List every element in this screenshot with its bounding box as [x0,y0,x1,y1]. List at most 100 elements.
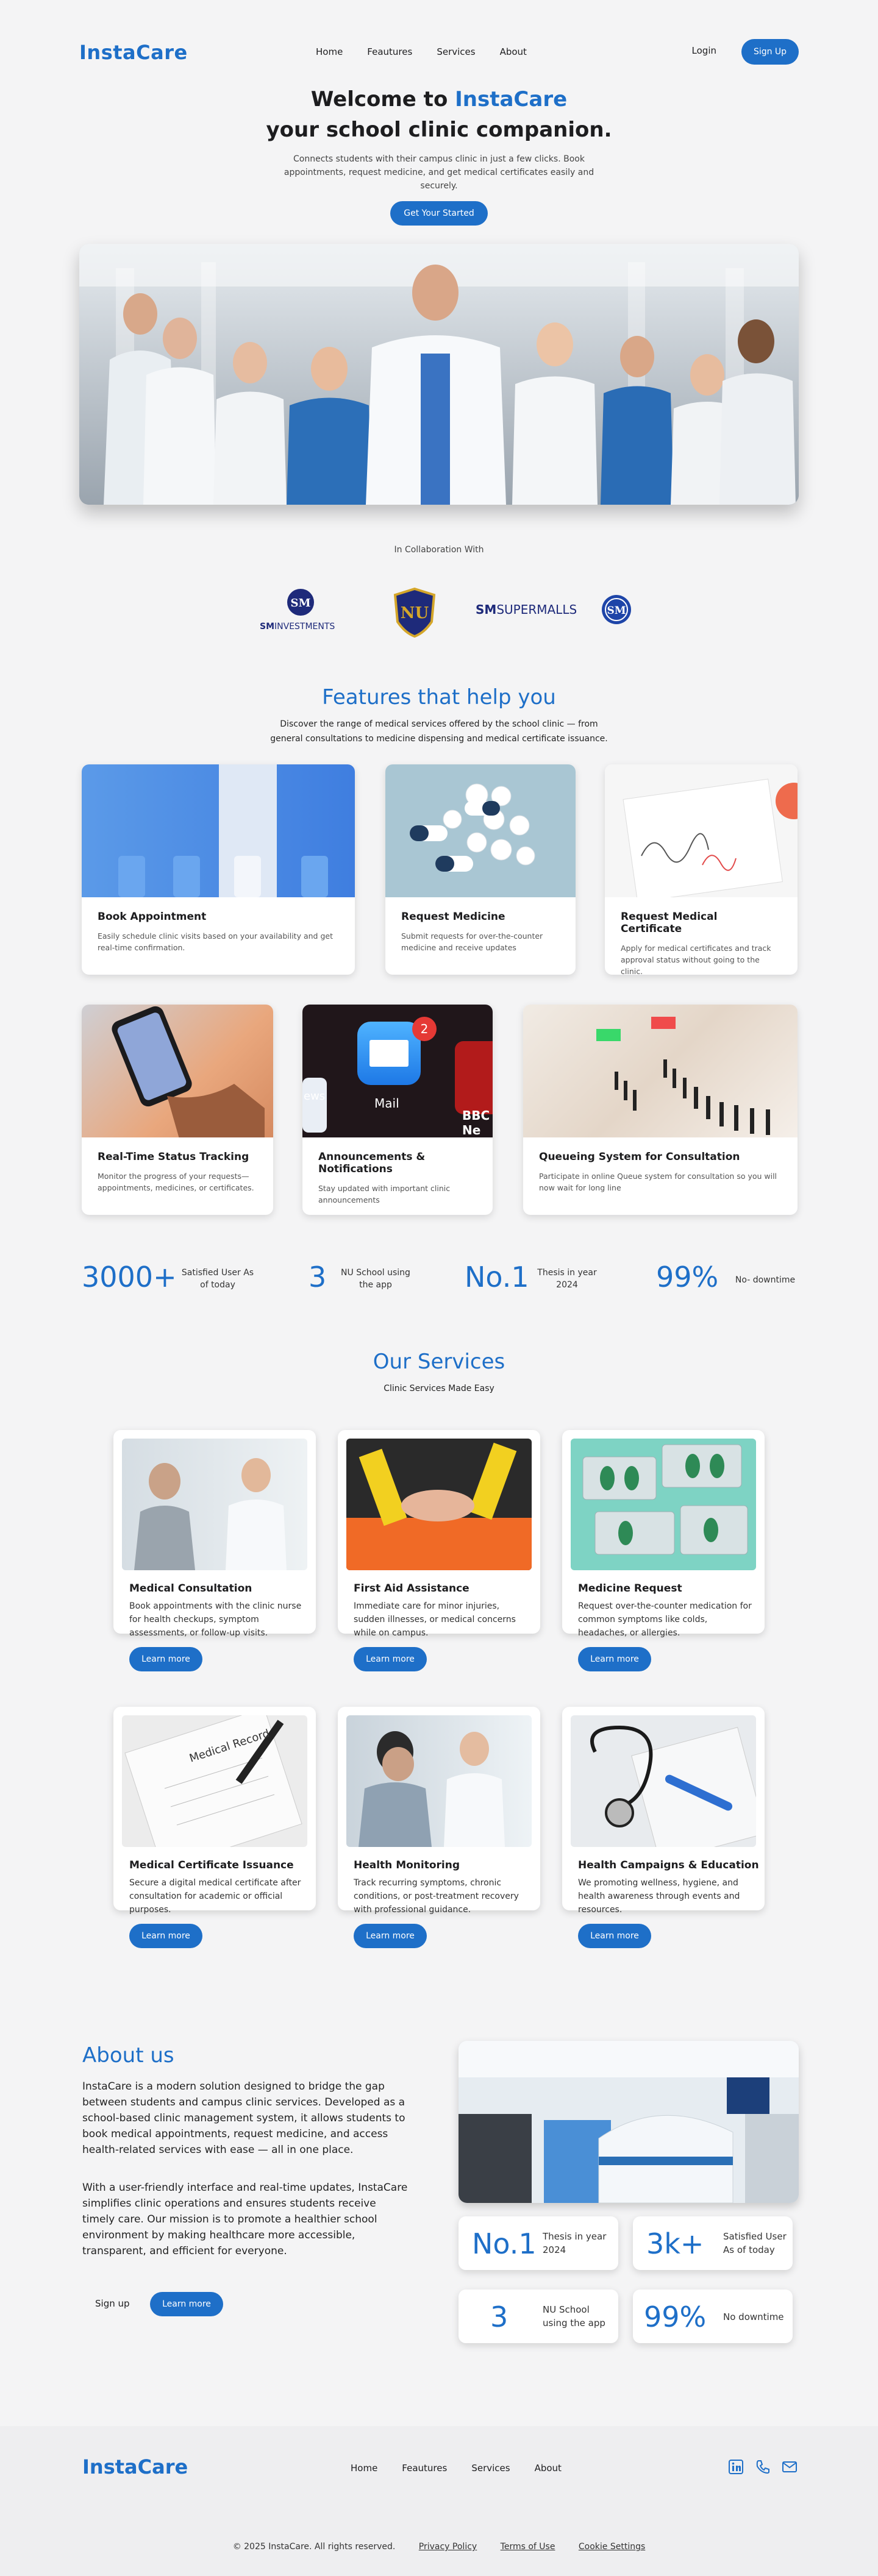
learn-more-button[interactable]: Learn more [129,1647,202,1671]
features-subtitle-line1: Discover the range of medical services o… [280,719,598,729]
hero-title-brand: InstaCare [455,87,568,112]
about-clinic-image [459,2041,799,2203]
about-signup-link[interactable]: Sign up [95,2298,130,2309]
feature-card-book-appointment[interactable]: Book Appointment Easily schedule clinic … [82,764,355,975]
svg-text:SM: SM [607,605,626,617]
nav-links: Home Feautures Services About [316,46,527,57]
nav-link-features[interactable]: Feautures [367,46,412,57]
nav-link-about[interactable]: About [500,46,527,57]
footer-link-services[interactable]: Services [471,2463,510,2474]
feature-desc: Stay updated with important clinic annou… [318,1184,451,1204]
terms-of-use-link[interactable]: Terms of Use [501,2542,555,2552]
mail-app-label: Mail [374,1096,399,1111]
stat-schools-label: NU School using the app [341,1268,410,1290]
service-desc: Track recurring symptoms, chronic condit… [354,1878,519,1915]
hero-doctors-image [79,244,799,505]
stat-users-number: 3000+ [82,1261,177,1293]
svg-text:NU: NU [401,604,429,622]
stat-uptime-number: 99% [656,1261,719,1293]
nu-shield-icon: NU [393,587,436,638]
features-subtitle-line2: general consultations to medicine dispen… [270,734,608,744]
service-title: First Aid Assistance [354,1582,469,1595]
learn-more-button[interactable]: Learn more [354,1924,427,1948]
feature-desc: Monitor the progress of your requests—ap… [98,1172,254,1192]
footer-bottom-bar: © 2025 InstaCare. All rights reserved. P… [0,2542,878,2552]
about-stat-label: Satisfied User As of today [723,2231,787,2255]
feature-desc: Submit requests for over-the-counter med… [401,931,543,952]
learn-more-button[interactable]: Learn more [578,1647,651,1671]
service-image-first-aid [346,1439,532,1570]
hero-title-line2: your school clinic companion. [266,118,612,142]
hero-title-prefix: Welcome to [310,87,455,112]
about-paragraph-2: With a user-friendly interface and real-… [82,2182,408,2257]
about-stat-users: 3k+ Satisfied User As of today [633,2216,793,2270]
feature-desc: Participate in online Queue system for c… [539,1172,777,1192]
get-started-button[interactable]: Get Your Started [390,201,488,226]
footer-link-about[interactable]: About [535,2463,562,2474]
footer-link-home[interactable]: Home [351,2463,377,2474]
footer: InstaCare Home Feautures Services About … [0,2426,878,2576]
about-stat-schools: 3 NU School using the app [459,2290,618,2343]
feature-image-queue [523,1005,798,1137]
nav-link-services[interactable]: Services [437,46,475,57]
service-title: Health Monitoring [354,1859,460,1871]
service-desc: Book appointments with the clinic nurse … [129,1601,302,1638]
learn-more-button[interactable]: Learn more [129,1924,202,1948]
footer-link-features[interactable]: Feautures [402,2463,447,2474]
service-image-medical-record: Medical Record [122,1715,307,1847]
brand-logo[interactable]: InstaCare [79,41,188,64]
feature-card-queueing[interactable]: Queueing System for Consultation Partici… [523,1005,798,1215]
feature-title: Queueing System for Consultation [539,1151,740,1163]
linkedin-icon[interactable] [728,2459,744,2475]
feature-desc: Apply for medical certificates and track… [621,944,771,975]
about-stat-label: No downtime [723,2311,784,2322]
service-desc: Request over-the-counter medication for … [578,1601,752,1638]
feature-title: Request Medical Certificate [621,911,718,935]
top-navbar: InstaCare Home Feautures Services About … [79,35,799,69]
service-image-consultation [122,1439,307,1570]
services-title: Our Services [373,1350,505,1374]
learn-more-button[interactable]: Learn more [578,1924,651,1948]
footer-logo[interactable]: InstaCare [82,2455,188,2478]
news-app-label: ews [304,1090,326,1103]
about-stat-label: Thesis in year 2024 [543,2231,607,2255]
service-card-first-aid: First Aid Assistance Immediate care for … [338,1430,540,1671]
service-image-health-monitoring [346,1715,532,1847]
doctors-illustration [79,244,799,505]
feature-image-signature [605,764,798,897]
service-title: Health Campaigns & Education [578,1859,759,1871]
features-subtitle: Discover the range of medical services o… [0,717,878,746]
service-image-stethoscope [571,1715,756,1847]
about-learn-more-button[interactable]: Learn more [150,2292,223,2316]
mail-app-icon [357,1022,421,1085]
bbc-app-label: BBC Ne [462,1108,490,1137]
nu-shield-logo: NU [393,587,437,638]
feature-card-request-medicine[interactable]: Request Medicine Submit requests for ove… [385,764,576,975]
about-stat-uptime: 99% No downtime [633,2290,793,2343]
sm-investments-logo: SM SMINVESTMENTS [256,588,348,636]
learn-more-button[interactable]: Learn more [354,1647,427,1671]
sm-supermalls-text: SMSUPERMALLS [476,602,577,617]
feature-card-request-certificate[interactable]: Request Medical Certificate Apply for me… [605,764,798,975]
mail-icon[interactable] [782,2459,798,2475]
feature-card-status-tracking[interactable]: Real-Time Status Tracking Monitor the pr… [82,1005,273,1215]
login-link[interactable]: Login [692,45,716,56]
stat-users-label: Satisfied User As of today [181,1268,254,1290]
feature-image-phone [82,1005,273,1137]
service-desc: We promoting wellness, hygiene, and heal… [578,1878,740,1915]
feature-card-announcements[interactable]: 2 Mail BBC Ne ews Announcements & Notifi… [302,1005,493,1215]
phone-icon[interactable] [755,2459,771,2475]
feature-title: Request Medicine [401,911,505,923]
feature-desc: Easily schedule clinic visits based on y… [98,931,333,952]
collaboration-label: In Collaboration With [394,545,484,555]
feature-title: Book Appointment [98,911,207,923]
sm-investments-text: SMINVESTMENTS [260,622,335,632]
cookie-settings-link[interactable]: Cookie Settings [579,2542,645,2552]
feature-title: Real-Time Status Tracking [98,1151,249,1163]
hero-title: Welcome to InstaCare your school clinic … [0,84,878,145]
privacy-policy-link[interactable]: Privacy Policy [419,2542,477,2552]
service-card-campaigns: Health Campaigns & Education We promotin… [562,1707,765,1948]
footer-social-icons [728,2459,798,2475]
nav-link-home[interactable]: Home [316,46,343,57]
signup-button[interactable]: Sign Up [741,39,799,65]
